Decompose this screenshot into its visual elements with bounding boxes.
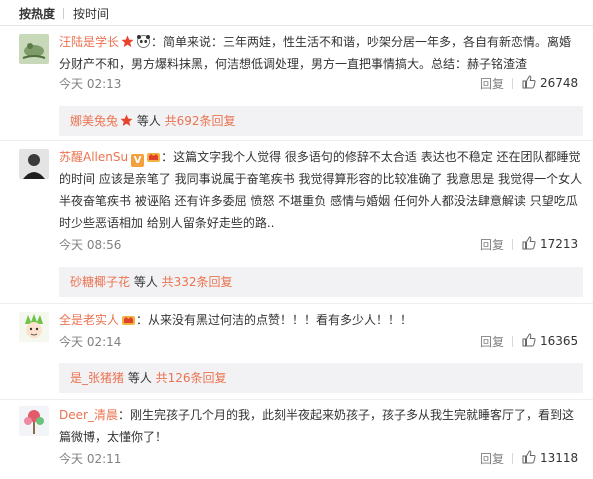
sort-by-hot-tab[interactable]: 按热度 xyxy=(19,5,55,22)
like-count: 17213 xyxy=(540,237,579,251)
meta-divider xyxy=(512,239,513,250)
reply-user-link[interactable]: 娜美兔兔 xyxy=(70,114,118,128)
star-badge-icon xyxy=(121,35,134,47)
comment-text: ：刚生完孩子几个月的我，此刻半夜起来奶孩子，孩子多从我生完就睡客厅了，看到这篇微… xyxy=(59,408,574,444)
reply-summary-text: 等人 xyxy=(124,371,156,385)
username-link[interactable]: Deer_清晨 xyxy=(59,408,118,422)
verified-badge-icon: V xyxy=(131,154,145,167)
like-count: 16365 xyxy=(540,334,579,348)
meta-divider xyxy=(512,453,513,464)
like-count: 13118 xyxy=(540,451,579,465)
panda-badge-icon xyxy=(137,35,151,48)
comment-body: 汪陆是学长 ：简单来说：三年两娃，性生活不和谐，吵架分居一年多，各自有新恋情。离婚… xyxy=(59,31,583,75)
comment-divider xyxy=(0,140,593,141)
reply-user-link[interactable]: 是_张猪猪 xyxy=(70,371,124,385)
avatar[interactable] xyxy=(19,406,49,436)
meta-divider xyxy=(512,336,513,347)
comment-meta: 今天 02:13 回复 26748 xyxy=(59,75,579,95)
username-link[interactable]: 苏醒AllenSu xyxy=(59,150,128,164)
meta-divider xyxy=(512,78,513,89)
more-replies-link[interactable]: 共332条回复 xyxy=(162,275,233,289)
username-link[interactable]: 汪陆是学长 xyxy=(59,35,119,49)
reply-button[interactable]: 回复 xyxy=(480,75,504,92)
reply-user-link[interactable]: 砂糖椰子花 xyxy=(70,275,130,289)
avatar[interactable] xyxy=(19,312,49,342)
thumbs-up-icon xyxy=(522,75,536,89)
like-button[interactable]: 26748 xyxy=(522,75,578,90)
reply-button[interactable]: 回复 xyxy=(480,450,504,467)
comment-meta: 今天 08:56 回复 17213 xyxy=(59,236,579,256)
comment-divider xyxy=(0,399,593,400)
thumbs-up-icon xyxy=(522,450,536,464)
comment-time: 今天 02:13 xyxy=(59,77,122,91)
thumbs-up-icon xyxy=(522,333,536,347)
avatar[interactable] xyxy=(19,149,49,179)
comment-meta: 今天 02:14 回复 16365 xyxy=(59,333,579,353)
comment-body: 苏醒AllenSu V ：这篇文字我个人觉得 很多语句的修辞不太合适 表达也不稳定 … xyxy=(59,146,583,234)
comment-divider xyxy=(0,303,593,304)
comment-body: 全是老实人 ：从来没有黑过何洁的点赞！！！看有多少人！！！ xyxy=(59,309,583,331)
vip-crown-icon xyxy=(147,153,161,162)
sort-divider xyxy=(63,8,64,19)
comment-body: Deer_清晨：刚生完孩子几个月的我，此刻半夜起来奶孩子，孩子多从我生完就睡客厅… xyxy=(59,404,583,448)
reply-summary-text: 等人 xyxy=(130,275,162,289)
comment-text: ：从来没有黑过何洁的点赞！！！看有多少人！！！ xyxy=(136,313,413,327)
like-button[interactable]: 17213 xyxy=(522,236,578,251)
comment-time: 今天 02:14 xyxy=(59,335,122,349)
reply-button[interactable]: 回复 xyxy=(480,333,504,350)
comment-time: 今天 08:56 xyxy=(59,238,122,252)
vip-crown-icon xyxy=(122,316,136,325)
thumbs-up-icon xyxy=(522,236,536,250)
reply-button[interactable]: 回复 xyxy=(480,236,504,253)
star-badge-icon xyxy=(120,114,133,126)
reply-summary: 砂糖椰子花 等人 共332条回复 xyxy=(59,267,583,297)
like-count: 26748 xyxy=(540,76,579,90)
like-button[interactable]: 16365 xyxy=(522,333,578,348)
reply-summary: 娜美兔兔 等人 共692条回复 xyxy=(59,106,583,136)
sort-by-time-tab[interactable]: 按时间 xyxy=(73,5,109,22)
more-replies-link[interactable]: 共692条回复 xyxy=(165,114,236,128)
reply-summary-text: 等人 xyxy=(133,114,165,128)
sort-bar: 按热度 按时间 xyxy=(0,0,593,26)
more-replies-link[interactable]: 共126条回复 xyxy=(156,371,227,385)
like-button[interactable]: 13118 xyxy=(522,450,578,465)
comment-meta: 今天 02:11 回复 13118 xyxy=(59,450,579,470)
reply-summary: 是_张猪猪 等人 共126条回复 xyxy=(59,363,583,393)
username-link[interactable]: 全是老实人 xyxy=(59,313,119,327)
comment-time: 今天 02:11 xyxy=(59,452,122,466)
avatar[interactable] xyxy=(19,34,49,64)
